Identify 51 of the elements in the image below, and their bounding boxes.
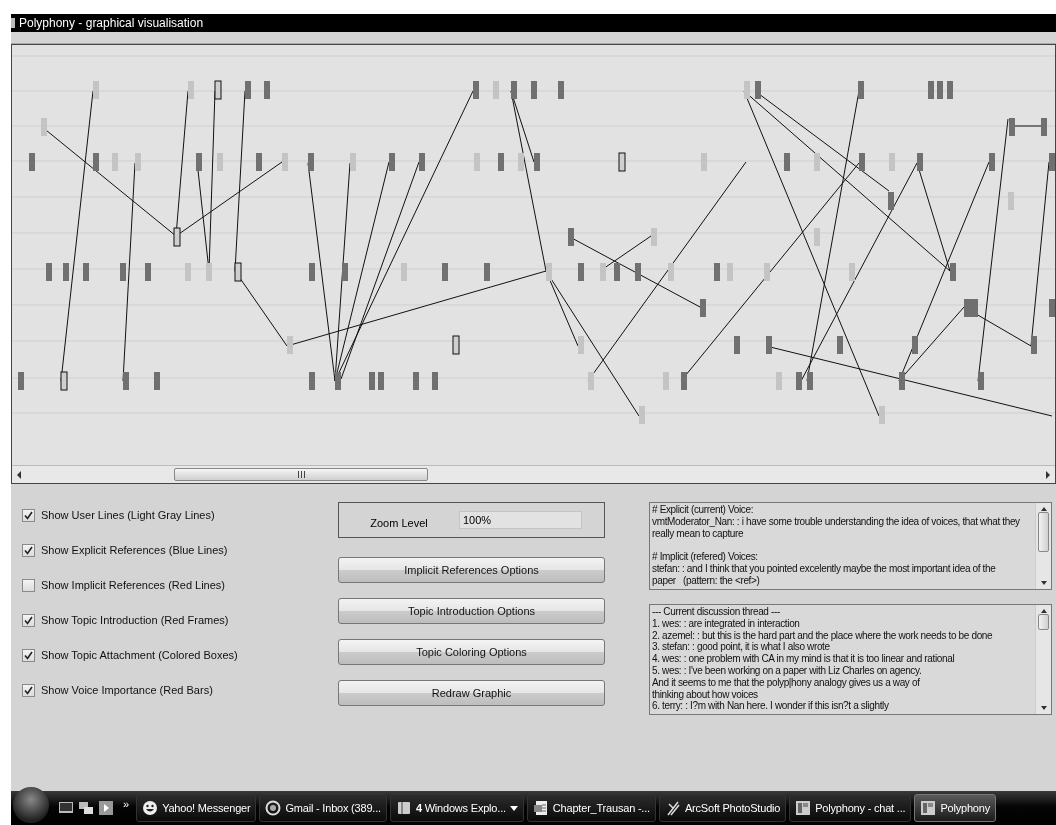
- vertical-scrollbar[interactable]: [1035, 605, 1051, 714]
- option-button[interactable]: Redraw Graphic: [338, 680, 605, 706]
- window-icon: [11, 18, 15, 28]
- option-label: Show Voice Importance (Red Bars): [41, 684, 213, 696]
- grip-icon: [297, 471, 305, 478]
- scroll-thumb[interactable]: [174, 468, 428, 481]
- desktop-icon[interactable]: [58, 800, 74, 816]
- globe-icon: [265, 800, 282, 816]
- window-title: Polyphony - graphical visualisation: [19, 16, 204, 30]
- windows-switch-icon[interactable]: [78, 800, 94, 816]
- smiley-icon: [142, 800, 159, 816]
- scroll-left-icon[interactable]: [16, 470, 22, 479]
- option-button[interactable]: Topic Coloring Options: [338, 639, 605, 665]
- option-label: Show Implicit References (Red Lines): [41, 579, 226, 591]
- taskbar-button[interactable]: 4 Windows Explo...: [389, 794, 524, 822]
- scroll-down-icon[interactable]: [1039, 580, 1048, 586]
- checkbox[interactable]: [22, 543, 35, 557]
- taskbar-button[interactable]: Yahoo! Messenger: [136, 794, 257, 822]
- option-button[interactable]: Implicit References Options: [338, 557, 605, 583]
- scroll-down-icon[interactable]: [1039, 705, 1048, 711]
- play-icon[interactable]: [98, 800, 114, 816]
- app-icon: [795, 800, 812, 816]
- taskbar-button[interactable]: Polyphony: [914, 794, 996, 822]
- checkbox[interactable]: [22, 508, 35, 522]
- pen-icon: [664, 800, 681, 816]
- taskbar-button[interactable]: Polyphony - chat ...: [789, 794, 912, 822]
- zoom-field[interactable]: 100%: [459, 511, 582, 529]
- start-button[interactable]: [13, 787, 49, 823]
- taskbar-button[interactable]: Gmail - Inbox (389...: [259, 794, 387, 822]
- option-button[interactable]: Topic Introduction Options: [338, 598, 605, 624]
- overflow-chevron[interactable]: »: [123, 798, 130, 810]
- option-label: Show Topic Attachment (Colored Boxes): [41, 649, 238, 661]
- scroll-thumb[interactable]: [1038, 614, 1049, 630]
- option-label: Show User Lines (Light Gray Lines): [41, 509, 215, 521]
- taskbar-button[interactable]: Chapter_Trausan -...: [526, 794, 656, 822]
- scroll-thumb[interactable]: [1038, 512, 1049, 552]
- taskbar-button[interactable]: ArcSoft PhotoStudio: [658, 794, 787, 822]
- zoom-label: Zoom Level: [369, 516, 429, 529]
- checkbox[interactable]: [22, 613, 35, 627]
- folder-icon: [395, 800, 412, 816]
- vertical-scrollbar[interactable]: [1035, 503, 1051, 589]
- option-label: Show Explicit References (Blue Lines): [41, 544, 228, 556]
- scroll-right-icon[interactable]: [1045, 470, 1051, 479]
- checkbox[interactable]: [22, 578, 35, 592]
- checkbox[interactable]: [22, 683, 35, 697]
- horizontal-scrollbar[interactable]: [12, 465, 1055, 483]
- checkbox[interactable]: [22, 648, 35, 662]
- option-label: Show Topic Introduction (Red Frames): [41, 614, 229, 626]
- app-icon: [920, 800, 937, 816]
- caret-icon[interactable]: [509, 805, 518, 811]
- document-icon: [532, 800, 549, 816]
